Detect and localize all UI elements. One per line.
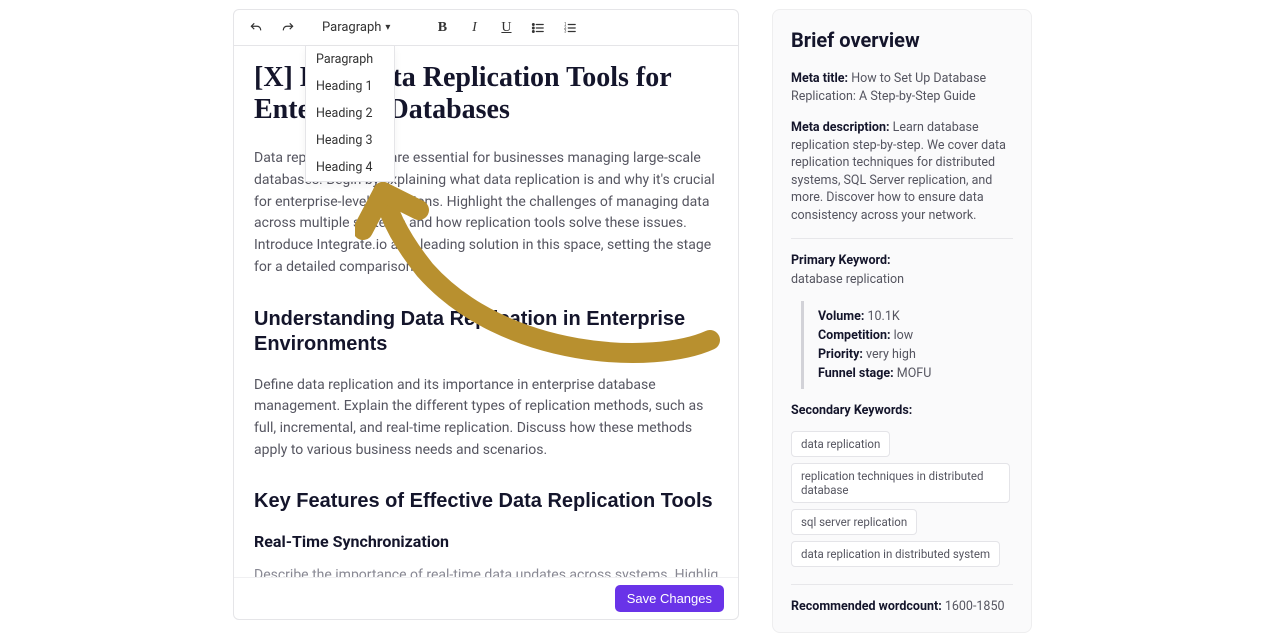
- primary-keyword-label: Primary Keyword:: [791, 253, 1013, 268]
- volume-value: 10.1K: [867, 309, 899, 324]
- format-option-heading1[interactable]: Heading 1: [306, 73, 394, 100]
- secondary-keywords-label: Secondary Keywords:: [791, 403, 1013, 418]
- format-option-heading4[interactable]: Heading 4: [306, 154, 394, 181]
- section-heading[interactable]: Key Features of Effective Data Replicati…: [254, 489, 718, 514]
- chevron-down-icon: ▾: [385, 22, 390, 33]
- primary-keyword-value: database replication: [791, 272, 1013, 287]
- competition-label: Competition:: [818, 328, 891, 343]
- editor-toolbar: Paragraph ▾ B I U 123 Paragraph Heading …: [234, 10, 738, 46]
- underline-button[interactable]: U: [494, 16, 518, 40]
- block-format-dropdown[interactable]: Paragraph ▾: [316, 18, 396, 37]
- divider: [791, 584, 1013, 585]
- secondary-keyword-tag: data replication in distributed system: [791, 541, 1000, 567]
- volume-label: Volume:: [818, 309, 864, 324]
- wordcount-row: Recommended wordcount: 1600-1850: [791, 599, 1013, 614]
- subsection-heading[interactable]: Real-Time Synchronization: [254, 532, 718, 551]
- secondary-keyword-tag: replication techniques in distributed da…: [791, 463, 1010, 503]
- save-changes-button[interactable]: Save Changes: [615, 585, 724, 612]
- bold-button[interactable]: B: [430, 16, 454, 40]
- meta-title-block: Meta title: How to Set Up Database Repli…: [791, 70, 1013, 105]
- italic-button[interactable]: I: [462, 16, 486, 40]
- bulleted-list-button[interactable]: [526, 16, 550, 40]
- editor-footer: Save Changes: [234, 577, 738, 619]
- format-option-paragraph[interactable]: Paragraph: [306, 46, 394, 73]
- subsection-paragraph[interactable]: Describe the importance of real-time dat…: [254, 565, 718, 577]
- wordcount-label: Recommended wordcount:: [791, 599, 942, 614]
- section-heading[interactable]: Understanding Data Replication in Enterp…: [254, 307, 718, 357]
- secondary-keyword-tag: sql server replication: [791, 509, 917, 535]
- block-format-menu: Paragraph Heading 1 Heading 2 Heading 3 …: [305, 46, 395, 182]
- meta-description-block: Meta description: Learn database replica…: [791, 119, 1013, 224]
- keyword-stats: Volume: 10.1K Competition: low Priority:…: [801, 301, 1013, 389]
- format-option-heading3[interactable]: Heading 3: [306, 127, 394, 154]
- numbered-list-button[interactable]: 123: [558, 16, 582, 40]
- undo-button[interactable]: [244, 16, 268, 40]
- meta-description-value: Learn database replication step-by-step.…: [791, 120, 1006, 223]
- secondary-keyword-tag: data replication: [791, 431, 890, 457]
- editor-panel: Paragraph ▾ B I U 123 Paragraph Heading …: [233, 9, 739, 620]
- brief-overview-panel: Brief overview Meta title: How to Set Up…: [772, 9, 1032, 633]
- format-option-heading2[interactable]: Heading 2: [306, 100, 394, 127]
- wordcount-value: 1600-1850: [945, 599, 1005, 614]
- block-format-label: Paragraph: [322, 20, 381, 35]
- priority-value: very high: [866, 347, 916, 362]
- priority-label: Priority:: [818, 347, 863, 362]
- brief-heading: Brief overview: [791, 28, 1013, 52]
- meta-title-label: Meta title:: [791, 71, 848, 86]
- section-paragraph[interactable]: Define data replication and its importan…: [254, 375, 718, 462]
- redo-button[interactable]: [276, 16, 300, 40]
- divider: [791, 238, 1013, 239]
- svg-text:3: 3: [565, 28, 568, 33]
- funnel-label: Funnel stage:: [818, 366, 894, 381]
- secondary-keywords-list: data replication replication techniques …: [791, 428, 1013, 570]
- meta-description-label: Meta description:: [791, 120, 889, 135]
- funnel-value: MOFU: [897, 366, 932, 381]
- competition-value: low: [894, 328, 914, 343]
